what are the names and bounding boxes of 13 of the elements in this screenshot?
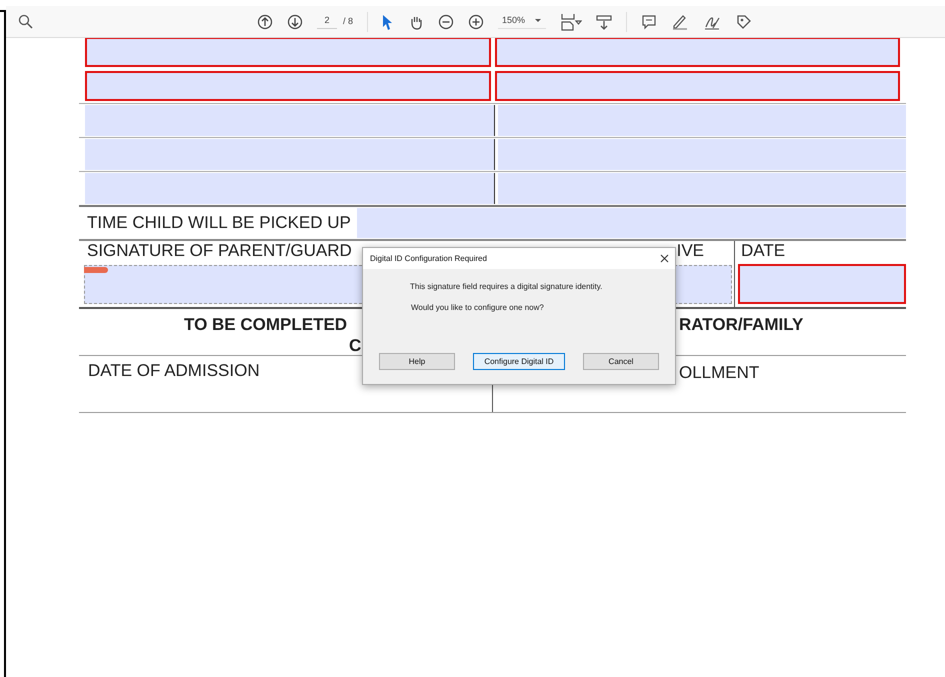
section-title: RATOR/FAMILY bbox=[679, 314, 804, 336]
page-count: / 8 bbox=[343, 14, 354, 28]
field-label: DATE OF ADMISSION bbox=[88, 361, 260, 380]
dialog-message: This signature field requires a digital signature identity. bbox=[410, 281, 604, 293]
field-label: DATE bbox=[740, 241, 786, 262]
field-label: TIME CHILD WILL BE PICKED UP bbox=[86, 212, 352, 234]
field-label: OLLMENT bbox=[679, 363, 760, 382]
field-label: SIGNATURE OF PARENT/GUARD bbox=[87, 240, 352, 262]
dialog-title: Digital ID Configuration Required bbox=[370, 252, 487, 264]
field-label: IVE bbox=[676, 240, 704, 262]
dialog-message: Would you like to configure one now? bbox=[411, 302, 545, 314]
section-title: C bbox=[349, 335, 362, 357]
section-title: TO BE COMPLETED bbox=[184, 314, 348, 336]
